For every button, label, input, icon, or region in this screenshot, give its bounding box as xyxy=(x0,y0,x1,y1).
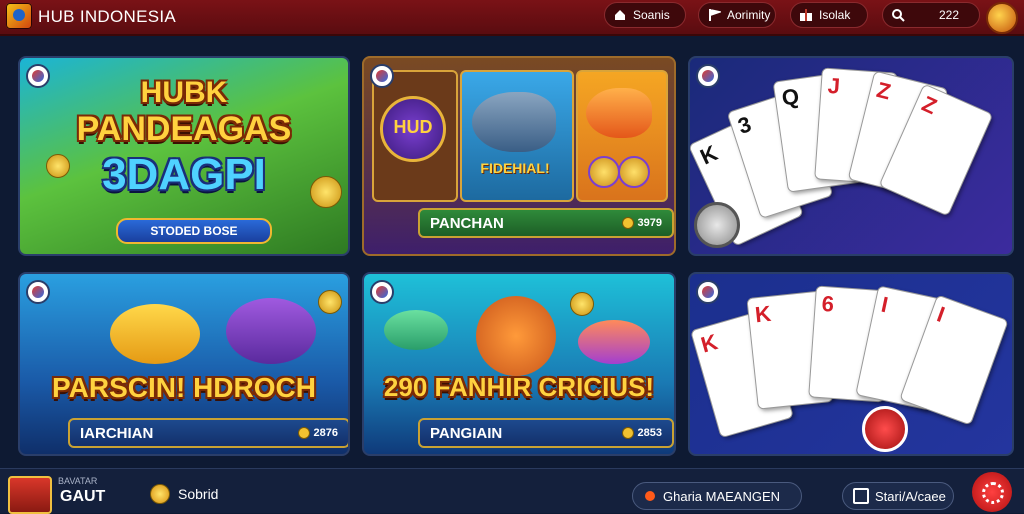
game-title: PARSCIN! HDROCH xyxy=(52,372,316,403)
avatar[interactable] xyxy=(8,476,52,514)
coins-icon xyxy=(588,156,650,188)
poker-chip-icon xyxy=(694,202,740,248)
card-rank: Q xyxy=(780,83,801,111)
game-badge-icon xyxy=(696,64,720,88)
footer-button-label: Gharia MAEANGEN xyxy=(663,488,781,504)
card-rank: 3 xyxy=(734,111,755,139)
card-rank: I xyxy=(879,291,891,318)
coin-icon xyxy=(150,484,170,504)
game-ribbon[interactable]: STODED BOSE xyxy=(116,218,272,244)
top-bar: HUB INDONESIA Soanis Aorimity Isolak 222 xyxy=(0,0,1024,36)
game-bar-value: 3979 xyxy=(637,217,662,229)
game-bar-label: PANGIAIN xyxy=(430,424,503,442)
nav-pill-gift[interactable]: Isolak xyxy=(790,2,868,28)
card-rank: K xyxy=(698,329,721,358)
balance[interactable]: Sobrid xyxy=(150,484,218,504)
nav-pill-label: Aorimity xyxy=(727,8,771,22)
game-bar-label: PANCHAN xyxy=(430,214,504,232)
game-bar-value: 2853 xyxy=(637,427,662,439)
footer-button-label: Stari/A/caee xyxy=(875,488,946,504)
nav-pill-label: Isolak xyxy=(819,8,851,22)
search-icon xyxy=(892,9,905,22)
emblem-text: HUD xyxy=(393,117,433,137)
game-play-bar[interactable]: IARCHIAN 2876 xyxy=(68,418,348,448)
game-play-bar[interactable]: PANGIAIN 2853 xyxy=(418,418,674,448)
card-rank: K xyxy=(696,140,722,170)
poker-chip-icon xyxy=(862,406,908,452)
coin-icon xyxy=(570,292,594,316)
game-subtitle: FIDEHIAL! xyxy=(480,160,550,176)
gift-icon xyxy=(800,9,812,21)
game-badge-icon xyxy=(370,64,394,88)
card-rank: Z xyxy=(874,77,894,105)
coin-icon xyxy=(318,290,342,314)
coin-icon[interactable] xyxy=(986,2,1018,34)
coin-icon xyxy=(297,427,310,439)
flag-icon xyxy=(709,9,721,21)
game-tile-4[interactable]: PARSCIN! HDROCH IARCHIAN 2876 xyxy=(18,272,350,456)
game-title-line2: PANDEAGAS xyxy=(76,110,292,148)
game-play-bar[interactable]: PANCHAN 3979 xyxy=(418,208,674,238)
card-rank: I xyxy=(933,301,949,328)
brand-logo-icon[interactable] xyxy=(6,3,32,29)
status-dot-icon xyxy=(645,491,655,501)
search-value: 222 xyxy=(939,8,960,22)
home-icon xyxy=(615,10,625,20)
coin-icon xyxy=(621,427,634,439)
card-rank: J xyxy=(826,72,841,99)
search-pill[interactable]: 222 xyxy=(882,2,980,28)
spin-button[interactable] xyxy=(972,472,1012,512)
mascot-icon xyxy=(476,296,556,376)
brand-name: HUB INDONESIA xyxy=(38,7,177,26)
game-tile-2[interactable]: HUD FIDEHIAL! PANCHAN 3979 xyxy=(362,56,676,256)
game-tile-3[interactable]: K 3 Q J Z Z xyxy=(688,56,1014,256)
game-badge-icon xyxy=(370,280,394,304)
game-bar-value: 2876 xyxy=(313,427,338,439)
fish-icon xyxy=(586,88,652,138)
game-bar-label: IARCHIAN xyxy=(80,424,154,442)
square-icon xyxy=(853,488,869,504)
user-subtitle: BAVATAR xyxy=(58,476,98,486)
fish-icon xyxy=(384,310,448,350)
game-title-line3: 3DAGPI xyxy=(102,150,266,199)
game-title-line1: HUBK xyxy=(140,76,228,109)
game-tile-1[interactable]: HUBK PANDEAGAS 3DAGPI STODED BOSE xyxy=(18,56,350,256)
balance-label: Sobrid xyxy=(178,486,219,502)
game-tile-5[interactable]: 290 FANHIR CRICIUS! PANGIAIN 2853 xyxy=(362,272,676,456)
game-badge-icon xyxy=(696,280,720,304)
user-name: GAUT xyxy=(60,488,106,505)
card-rank: 6 xyxy=(820,290,835,317)
card-rank: K xyxy=(753,300,773,328)
nav-pill-home[interactable]: Soanis xyxy=(604,2,686,28)
game-emblem: HUD xyxy=(380,96,446,162)
footer-button-right[interactable]: Stari/A/caee xyxy=(842,482,954,510)
fish-icon xyxy=(226,298,316,364)
footer-button-left[interactable]: Gharia MAEANGEN xyxy=(632,482,802,510)
coin-icon xyxy=(621,217,634,229)
nav-pill-flag[interactable]: Aorimity xyxy=(698,2,776,28)
fish-icon xyxy=(578,320,650,364)
game-tile-6[interactable]: K K 6 I I xyxy=(688,272,1014,456)
game-title: 290 FANHIR CRICIUS! xyxy=(383,372,655,402)
nav-pill-label: Soanis xyxy=(633,8,670,22)
card-rank: Z xyxy=(918,90,941,120)
fish-icon xyxy=(472,92,556,152)
game-badge-icon xyxy=(26,280,50,304)
fish-icon xyxy=(110,304,200,364)
